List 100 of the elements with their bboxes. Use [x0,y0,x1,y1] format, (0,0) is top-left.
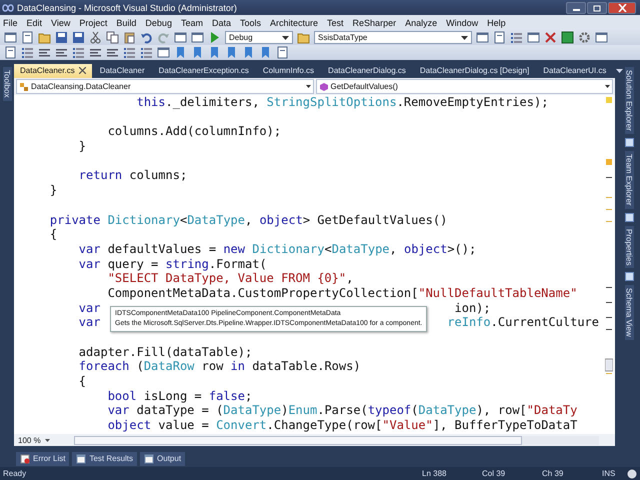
method-icon [318,82,328,92]
window-icon[interactable] [157,46,170,59]
comment-icon[interactable] [89,46,102,59]
type-dropdown[interactable]: DataCleansing.DataCleaner [16,79,314,94]
code-line: var query = string.Format( [78,256,267,272]
x-icon[interactable] [544,31,557,44]
code-line: } [48,183,58,198]
menu-item[interactable]: Architecture [270,18,318,28]
list-icon[interactable] [140,46,153,59]
menu-item[interactable]: Project [79,18,108,28]
undo-icon[interactable] [140,31,153,44]
dropdown-arrow-icon [306,85,310,88]
code-line: return columns; [78,168,188,184]
code-line: columns.Add(columnInfo); [106,124,282,140]
column-number: Col 39 [482,469,506,478]
document-tab[interactable]: ColumnInfo.cs [256,64,320,78]
code-line: ComponentMetaData.CustomPropertyCollection["NullDefaultTableName" [106,286,578,301]
list-icon[interactable] [72,46,85,59]
table-icon [76,454,86,464]
list-icon[interactable] [510,31,523,44]
save-icon[interactable] [55,31,68,44]
panel-icon [624,272,634,281]
window-icon[interactable] [174,31,187,44]
code-line: var defaultValues = new Dictionary<DataType, object>(); [78,242,476,257]
tool-window-tab[interactable]: Test Results [72,452,138,466]
window-icon[interactable] [4,31,17,44]
dropdown-arrow-icon[interactable] [44,438,50,442]
dropdown-arrow-icon[interactable] [616,68,624,72]
resize-grip-icon [627,468,637,478]
window-icon[interactable] [527,31,540,44]
document-tab[interactable]: DataCleanerDialog.cs [Design] [414,64,536,78]
window-icon[interactable] [476,31,489,44]
member-dropdown[interactable]: GetDefaultValues() [316,79,613,94]
code-line: foreach (DataRow row in dataTable.Rows) [78,359,361,374]
code-fragment: ion); [454,300,491,315]
document-icon[interactable] [276,46,289,59]
tool-window-tab[interactable]: Output [140,452,186,466]
panel-icon [624,138,634,147]
error-list-icon [20,454,30,464]
paste-icon[interactable] [123,31,136,44]
menu-item[interactable]: Test [327,18,344,28]
tool-window-tab[interactable]: Error List [16,452,70,466]
document-icon[interactable] [4,46,17,59]
document-tab[interactable]: DataCleanerException.cs [152,64,255,78]
document-tab[interactable]: DataCleaner.cs [14,64,92,78]
code-line: object value = Convert.ChangeType(row["Value"], BufferTypeToDataT [106,418,578,433]
menu-item[interactable]: ReSharper [352,18,396,28]
code-line: this._delimiters, StringSplitOptions.RemoveEmptyEntries); [136,95,548,110]
menu-item[interactable]: Edit [26,18,42,28]
gear-icon[interactable] [578,31,591,44]
restore-button[interactable] [587,2,607,14]
code-fragment: var [78,315,100,330]
document-tab[interactable]: DataCleanerUI.cs [537,64,612,78]
code-line: "SELECT DataType, Value FROM {0}", [106,271,354,286]
copy-icon[interactable] [106,31,119,44]
window-icon[interactable] [595,31,608,44]
configuration-dropdown[interactable]: Debug [225,31,293,44]
menu-item[interactable]: Help [487,18,506,28]
list-icon[interactable] [123,46,136,59]
menu-item[interactable]: View [51,18,70,28]
restore-icon [592,4,602,12]
close-icon [618,4,626,12]
startup-item-dropdown[interactable]: SsisDataType [314,31,472,44]
save-icon[interactable] [72,31,85,44]
menu-item[interactable]: Team [180,18,203,28]
status-message: Ready [3,469,26,478]
menu-item[interactable]: Analyze [405,18,438,28]
list-icon[interactable] [21,46,34,59]
document-icon[interactable] [493,31,506,44]
close-button[interactable] [608,2,636,14]
comment-icon[interactable] [55,46,68,59]
comment-icon[interactable] [106,46,119,59]
document-tab[interactable]: DataCleaner [94,64,151,78]
code-line: adapter.Fill(dataTable); [78,344,252,360]
side-panel-tab[interactable]: Team Explorer [624,150,634,208]
side-panel-tab[interactable]: Solution Explorer [624,67,634,134]
menu-item[interactable]: Data [212,18,231,28]
code-fragment: reInfo.CurrentCulture [447,315,599,330]
panel-icon [624,212,634,222]
code-line: var dataType = (DataType)Enum.Parse(typeof(DataType), row["DataTy [106,403,578,418]
window-icon[interactable] [191,31,204,44]
line-number: Ln 388 [422,469,448,478]
cut-icon[interactable] [89,31,102,44]
menu-item[interactable]: Debug [145,18,172,28]
side-panel-tab[interactable]: Schema View [624,284,634,340]
infinity-icon [2,4,14,12]
square-icon[interactable] [561,31,574,44]
menu-item[interactable]: Build [116,18,136,28]
character-number: Ch 39 [542,469,564,478]
comment-icon[interactable] [38,46,51,59]
minimize-button[interactable] [566,2,586,14]
close-icon[interactable] [78,67,86,74]
menu-item[interactable]: File [3,18,18,28]
menu-item[interactable]: Window [446,18,478,28]
document-tab[interactable]: DataCleanerDialog.cs [322,64,412,78]
document-icon[interactable] [21,31,34,44]
zoom-level[interactable]: 100 % [18,436,41,444]
menu-item[interactable]: Tools [240,18,261,28]
side-panel-tab[interactable]: Properties [624,226,634,268]
side-panel-tab[interactable]: Toolbox [2,67,12,101]
